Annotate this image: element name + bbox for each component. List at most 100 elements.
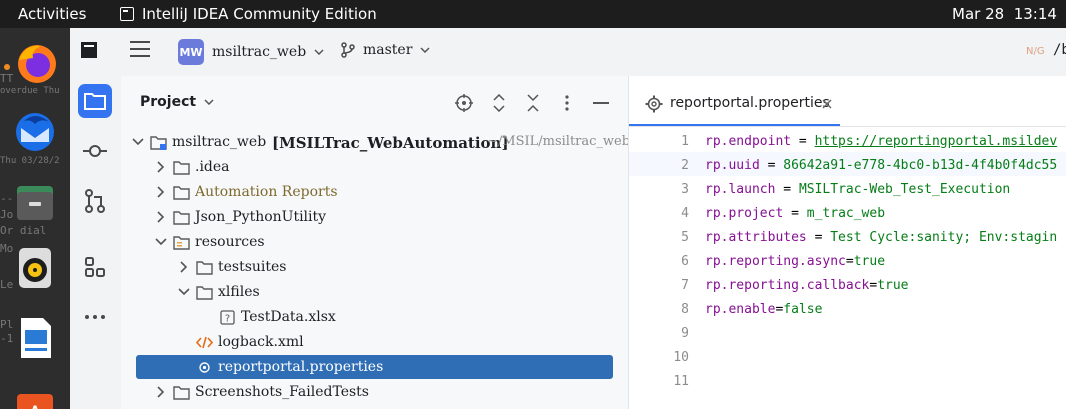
writer-icon[interactable] bbox=[11, 314, 59, 362]
tree-node-label: reportportal.properties bbox=[218, 359, 384, 375]
property-value: m_trac_web bbox=[806, 206, 886, 221]
folder-icon bbox=[196, 261, 213, 275]
code-line[interactable]: rp.launch = MSILTrac-Web_Test_Execution bbox=[705, 182, 1010, 197]
property-key: rp.launch bbox=[705, 182, 776, 197]
dock: TT overdue Thu Thu 03/28/2 -- Tha Jo Or … bbox=[0, 28, 70, 409]
chevron-down-icon[interactable] bbox=[177, 285, 191, 299]
hide-pane-button[interactable] bbox=[593, 102, 609, 104]
pane-title: Project bbox=[140, 94, 197, 110]
plugin-badge[interactable]: N/G bbox=[1026, 46, 1045, 57]
activities-button[interactable]: Activities bbox=[18, 5, 86, 23]
code-line[interactable]: rp.enable=false bbox=[705, 302, 822, 317]
close-icon[interactable] bbox=[822, 99, 832, 109]
tree-node-label: .idea bbox=[195, 159, 230, 175]
main-toolbar: MW msiltrac_web master N/G /b bbox=[121, 28, 1066, 77]
tree-node[interactable]: msiltrac_web [MSILTrac_WebAutomation] ~/MS… bbox=[121, 131, 628, 156]
thunderbird-icon[interactable] bbox=[11, 108, 59, 156]
folder-icon bbox=[173, 186, 190, 200]
tree-node[interactable]: logback.xml bbox=[121, 331, 628, 356]
collapse-all-button[interactable] bbox=[526, 94, 540, 116]
property-separator: = bbox=[791, 134, 815, 149]
tree-node[interactable]: Screenshots_FailedTests bbox=[121, 381, 628, 406]
expand-all-button[interactable] bbox=[492, 93, 506, 116]
structure-tool-button[interactable] bbox=[78, 250, 112, 284]
options-button[interactable] bbox=[565, 94, 569, 116]
tree-node[interactable]: reportportal.properties bbox=[121, 356, 628, 381]
date-text: Mar 28 bbox=[952, 5, 1005, 23]
locate-file-button[interactable] bbox=[455, 94, 473, 116]
tree-node[interactable]: resources bbox=[121, 231, 628, 256]
editor-tab-reportportal[interactable]: reportportal.properties bbox=[629, 76, 840, 126]
time-text: 13:14 bbox=[1013, 5, 1057, 23]
code-line[interactable]: rp.endpoint = https://reportingportal.ms… bbox=[705, 134, 1057, 149]
tool-window-strip bbox=[70, 28, 122, 409]
property-key: rp.endpoint bbox=[705, 134, 792, 149]
vcs-branch-widget[interactable]: master bbox=[341, 42, 430, 58]
running-indicator bbox=[4, 64, 10, 70]
code-line[interactable]: rp.reporting.async=true bbox=[705, 254, 885, 269]
pull-request-icon bbox=[85, 189, 105, 213]
chevron-down-icon bbox=[204, 99, 214, 105]
property-separator: = bbox=[775, 182, 799, 197]
property-separator: = bbox=[759, 158, 784, 173]
folder-icon bbox=[84, 93, 106, 110]
clock[interactable]: Mar 28 13:14 bbox=[952, 5, 1057, 23]
expand-all-icon bbox=[493, 93, 505, 113]
property-key: rp.enable bbox=[705, 302, 776, 317]
firefox-icon[interactable] bbox=[11, 40, 59, 88]
commit-tool-button[interactable] bbox=[78, 134, 112, 168]
rhythmbox-icon[interactable] bbox=[11, 244, 59, 292]
line-number: 11 bbox=[673, 374, 689, 389]
main-menu-button[interactable] bbox=[130, 40, 150, 62]
hamburger-icon bbox=[130, 41, 150, 57]
code-line[interactable]: rp.reporting.callback=true bbox=[705, 278, 909, 293]
tree-node-label: testsuites bbox=[218, 259, 287, 275]
chevron-down-icon bbox=[314, 49, 324, 55]
collapse-all-icon bbox=[527, 94, 539, 112]
tree-node[interactable]: xlfiles bbox=[121, 281, 628, 306]
tree-node[interactable]: Json_PythonUtility bbox=[121, 206, 628, 231]
tree-node[interactable]: testsuites bbox=[121, 256, 628, 281]
path-fragment: /b bbox=[1053, 42, 1066, 58]
chevron-right-icon[interactable] bbox=[154, 210, 168, 224]
pull-requests-button[interactable] bbox=[78, 184, 112, 218]
chevron-right-icon[interactable] bbox=[154, 185, 168, 199]
module-folder-icon bbox=[150, 136, 167, 150]
gear-icon bbox=[199, 362, 210, 373]
chevron-right-icon[interactable] bbox=[154, 160, 168, 174]
project-view-selector[interactable]: Project bbox=[140, 94, 214, 110]
property-value: MSILTrac-Web_Test_Execution bbox=[798, 182, 1011, 197]
project-badge: MW bbox=[178, 39, 204, 65]
line-number: 9 bbox=[681, 326, 689, 341]
tree-node[interactable]: Automation Reports bbox=[121, 181, 628, 206]
app-menu[interactable]: IntelliJ IDEA Community Edition bbox=[120, 5, 377, 23]
property-value: Test Cycle:sanity; Env:stagin bbox=[830, 230, 1058, 245]
line-number: 8 bbox=[681, 302, 689, 317]
project-switcher[interactable]: MW msiltrac_web bbox=[178, 39, 324, 65]
chevron-down-icon[interactable] bbox=[154, 235, 168, 249]
app-center-icon[interactable]: A bbox=[11, 380, 59, 409]
line-number: 6 bbox=[681, 254, 689, 269]
chevron-right-icon[interactable] bbox=[177, 260, 191, 274]
crosshair-icon bbox=[455, 94, 473, 112]
tree-node[interactable]: ? TestData.xlsx bbox=[121, 306, 628, 331]
module-name: [MSILTrac_WebAutomation] bbox=[272, 134, 509, 152]
code-line[interactable]: rp.attributes = Test Cycle:sanity; Env:s… bbox=[705, 230, 1057, 245]
code-line[interactable]: rp.project = m_trac_web bbox=[705, 206, 885, 221]
code-line[interactable]: rp.uuid = 86642a91-e778-4bc0-b13d-4f4b0f… bbox=[705, 158, 1057, 173]
svg-text:?: ? bbox=[225, 314, 230, 325]
project-tool-button[interactable] bbox=[78, 84, 112, 118]
tab-label: reportportal.properties bbox=[670, 95, 830, 111]
files-icon[interactable] bbox=[11, 178, 59, 226]
folder-icon bbox=[173, 161, 190, 175]
intellij-logo-icon[interactable] bbox=[81, 42, 97, 58]
chevron-down-icon[interactable] bbox=[131, 135, 145, 149]
structure-icon bbox=[85, 257, 105, 277]
chevron-right-icon[interactable] bbox=[154, 385, 168, 399]
property-separator: = bbox=[806, 230, 831, 245]
more-tools-button[interactable] bbox=[78, 300, 112, 334]
tree-node-label: Screenshots_FailedTests bbox=[195, 384, 369, 400]
tree-node[interactable]: .idea bbox=[121, 156, 628, 181]
tree-node-label: TestData.xlsx bbox=[241, 309, 336, 325]
property-url[interactable]: https://reportingportal.msildev bbox=[815, 134, 1058, 149]
